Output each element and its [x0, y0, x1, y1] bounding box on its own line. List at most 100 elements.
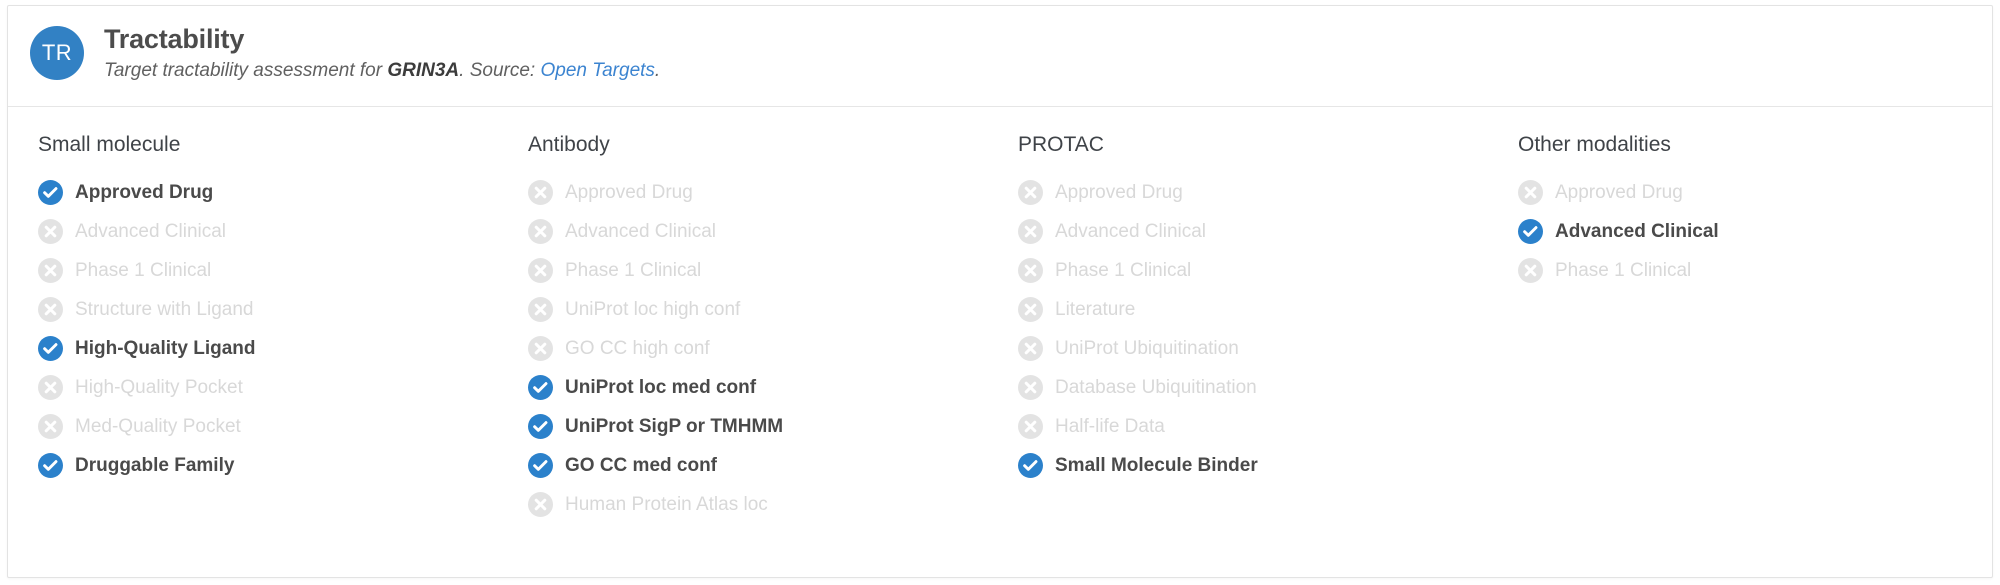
column-title: PROTAC — [1018, 133, 1104, 156]
x-circle-icon — [38, 258, 63, 284]
tractability-item[interactable]: GO CC med conf — [528, 446, 1000, 485]
tractability-item[interactable]: Phase 1 Clinical — [1518, 251, 1986, 290]
x-circle-icon — [1018, 219, 1043, 245]
tractability-item[interactable]: UniProt loc high conf — [528, 290, 1000, 329]
check-circle-icon — [1018, 453, 1043, 479]
tractability-item[interactable]: Approved Drug — [528, 173, 1000, 212]
tractability-item[interactable]: Human Protein Atlas loc — [528, 485, 1000, 524]
subtitle-suffix: . — [654, 60, 661, 82]
tractability-item[interactable]: Med-Quality Pocket — [38, 407, 504, 446]
tractability-item[interactable]: Half-life Data — [1018, 407, 1496, 446]
tractability-item-label: Phase 1 Clinical — [75, 260, 212, 282]
column-other-modalities: Other modalities Approved Drug Advanced C… — [1496, 133, 1986, 524]
tractability-item[interactable]: Phase 1 Clinical — [1018, 251, 1496, 290]
tractability-item[interactable]: Phase 1 Clinical — [38, 251, 504, 290]
tractability-item[interactable]: Literature — [1018, 290, 1496, 329]
column-item-list: Approved Drug Advanced Clinical Phase 1 Cl… — [1018, 173, 1496, 485]
tractability-item[interactable]: UniProt Ubiquitination — [1018, 329, 1496, 368]
column-item-list: Approved Drug Advanced Clinical Phase 1 Cl… — [1518, 173, 1986, 290]
tractability-item[interactable]: UniProt loc med conf — [528, 368, 1000, 407]
x-circle-icon — [528, 297, 553, 323]
tractability-item[interactable]: UniProt SigP or TMHMM — [528, 407, 1000, 446]
page-title: Tractability — [104, 24, 245, 54]
tractability-item-label: Druggable Family — [75, 455, 235, 477]
tractability-item-label: Small Molecule Binder — [1055, 455, 1258, 477]
subtitle-prefix: Target tractability assessment for — [104, 60, 388, 82]
tractability-card: TR Tractability Target tractability asse… — [7, 5, 1993, 578]
tractability-item-label: Phase 1 Clinical — [1555, 260, 1692, 282]
x-circle-icon — [1018, 375, 1043, 401]
tractability-item-label: UniProt loc med conf — [565, 377, 757, 399]
tractability-item-label: Advanced Clinical — [565, 221, 717, 243]
tractability-item-label: Advanced Clinical — [1055, 221, 1207, 243]
x-circle-icon — [1018, 297, 1043, 323]
x-circle-icon — [528, 492, 553, 518]
tractability-item-label: Approved Drug — [1555, 182, 1683, 204]
x-circle-icon — [528, 258, 553, 284]
open-targets-link[interactable]: Open Targets — [540, 60, 654, 81]
x-circle-icon — [528, 336, 553, 362]
tractability-item[interactable]: Structure with Ligand — [38, 290, 504, 329]
column-title: Small molecule — [38, 133, 181, 156]
tractability-screenshot: TR Tractability Target tractability asse… — [0, 0, 2000, 585]
tractability-item-label: Half-life Data — [1055, 416, 1165, 438]
tractability-item-label: Advanced Clinical — [1555, 221, 1719, 243]
x-circle-icon — [38, 414, 63, 440]
tractability-item[interactable]: Approved Drug — [1018, 173, 1496, 212]
tractability-item-label: Approved Drug — [565, 182, 693, 204]
header-text-block: Tractability Target tractability assessm… — [104, 24, 660, 83]
x-circle-icon — [1518, 180, 1543, 206]
check-circle-icon — [38, 180, 63, 206]
x-circle-icon — [528, 219, 553, 245]
tractability-item[interactable]: Advanced Clinical — [38, 212, 504, 251]
check-circle-icon — [1518, 219, 1543, 245]
tractability-item[interactable]: Advanced Clinical — [528, 212, 1000, 251]
column-protac: PROTAC Approved Drug Advanced Clinical Pha… — [1000, 133, 1496, 524]
tractability-item-label: UniProt SigP or TMHMM — [565, 416, 784, 438]
x-circle-icon — [1018, 258, 1043, 284]
tractability-item-label: GO CC high conf — [565, 338, 710, 360]
tractability-item-label: Phase 1 Clinical — [565, 260, 702, 282]
tractability-item-label: Med-Quality Pocket — [75, 416, 241, 438]
tractability-item-label: High-Quality Pocket — [75, 377, 243, 399]
tractability-item[interactable]: Approved Drug — [38, 173, 504, 212]
tractability-item-label: GO CC med conf — [565, 455, 718, 477]
tractability-item[interactable]: Small Molecule Binder — [1018, 446, 1496, 485]
tractability-item-label: Approved Drug — [1055, 182, 1183, 204]
tractability-item-label: Database Ubiquitination — [1055, 377, 1257, 399]
subtitle-target-symbol: GRIN3A — [387, 60, 460, 82]
column-item-list: Approved Drug Advanced Clinical Phase 1 Cl… — [528, 173, 1000, 524]
column-title: Antibody — [528, 133, 610, 156]
x-circle-icon — [1518, 258, 1543, 284]
tractability-item[interactable]: Phase 1 Clinical — [528, 251, 1000, 290]
tractability-item-label: UniProt loc high conf — [565, 299, 741, 321]
x-circle-icon — [38, 219, 63, 245]
tractability-item[interactable]: Approved Drug — [1518, 173, 1986, 212]
x-circle-icon — [38, 297, 63, 323]
tractability-item[interactable]: Advanced Clinical — [1518, 212, 1986, 251]
tractability-item[interactable]: Database Ubiquitination — [1018, 368, 1496, 407]
check-circle-icon — [528, 375, 553, 401]
tractability-item[interactable]: GO CC high conf — [528, 329, 1000, 368]
tractability-item-label: Advanced Clinical — [75, 221, 227, 243]
tractability-item[interactable]: Advanced Clinical — [1018, 212, 1496, 251]
avatar-initials: TR — [41, 40, 73, 65]
tractability-item[interactable]: Druggable Family — [38, 446, 504, 485]
tractability-item-label: Human Protein Atlas loc — [565, 494, 768, 516]
tractability-item[interactable]: High-Quality Pocket — [38, 368, 504, 407]
column-antibody: Antibody Approved Drug Advanced Clinical P… — [504, 133, 1000, 524]
x-circle-icon — [1018, 336, 1043, 362]
page-subtitle: Target tractability assessment for GRIN3… — [104, 59, 660, 83]
check-circle-icon — [528, 453, 553, 479]
check-circle-icon — [38, 453, 63, 479]
subtitle-mid: . Source: — [459, 60, 541, 82]
check-circle-icon — [38, 336, 63, 362]
tractability-item-label: Structure with Ligand — [75, 299, 254, 321]
column-item-list: Approved Drug Advanced Clinical Phase 1 Cl… — [38, 173, 504, 485]
tractability-item-label: Literature — [1055, 299, 1136, 321]
x-circle-icon — [38, 375, 63, 401]
tractability-item-label: Phase 1 Clinical — [1055, 260, 1192, 282]
tractability-item[interactable]: High-Quality Ligand — [38, 329, 504, 368]
avatar: TR — [30, 26, 84, 80]
x-circle-icon — [528, 180, 553, 206]
